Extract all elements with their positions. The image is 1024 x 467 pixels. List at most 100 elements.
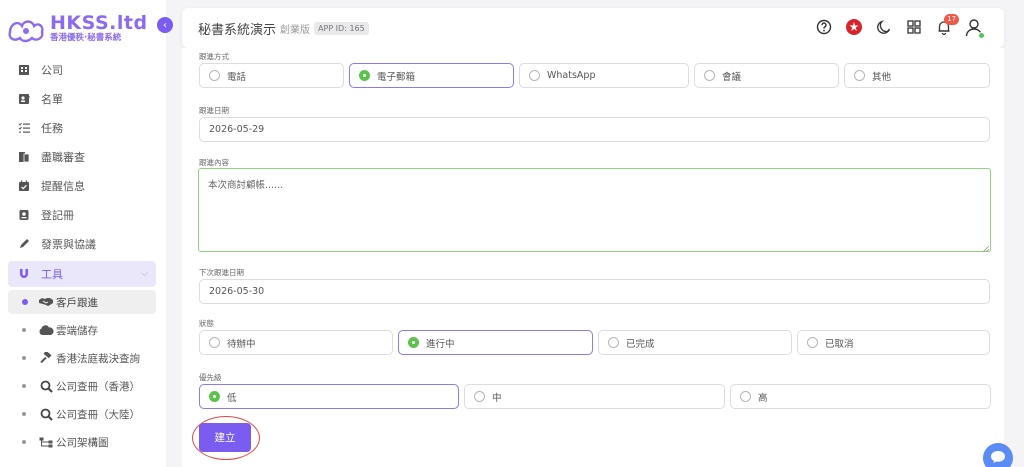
brand-tagline: 香港優秩·秘書系統: [50, 33, 122, 43]
logo-mark-icon: [6, 14, 46, 44]
grid-icon: [907, 19, 921, 37]
chat-bubble-icon: [990, 450, 1006, 467]
sidebar-subitem-org-chart[interactable]: 公司架構圖: [0, 428, 166, 456]
sidebar-subitem-cloud-storage[interactable]: 雲端儲存: [0, 316, 166, 344]
priority-label: 優先級: [199, 373, 222, 382]
sidebar-item-label: 工具: [41, 268, 63, 281]
follow-date-input[interactable]: 2026-05-29: [199, 117, 990, 142]
apps-button[interactable]: [902, 16, 926, 40]
follow-method-option-other[interactable]: 其他: [844, 63, 990, 88]
option-label: 會議: [722, 71, 742, 83]
sidebar-nav: 公司 名單 任務 盡職審查 提醒信息 登記冊 發票與協議 工具 ⌵ 客戶跟進 雲…: [0, 55, 166, 456]
sidebar-subitem-company-search-hk[interactable]: 公司查冊（香港）: [0, 372, 166, 400]
sidebar-item-label: 盡職審查: [41, 150, 85, 164]
follow-method-option-phone[interactable]: 電話: [199, 63, 344, 88]
sidebar-subitem-court-rulings[interactable]: 香港法庭裁決查詢: [0, 344, 166, 372]
option-label: 已完成: [626, 338, 655, 350]
sidebar-item-label: 登記冊: [41, 208, 74, 222]
sidebar-item-invoices[interactable]: 發票與協議: [0, 229, 166, 258]
radio-circle-checked: [359, 70, 370, 81]
chat-support-button[interactable]: [983, 443, 1013, 467]
status-option-completed[interactable]: 已完成: [598, 330, 792, 355]
highlight-annotation: [192, 416, 260, 460]
next-follow-date-input[interactable]: 2026-05-30: [199, 279, 990, 304]
sidebar-item-list[interactable]: 名單: [0, 84, 166, 113]
brand-name: HKSS.ltd: [50, 12, 148, 34]
radio-circle: [740, 391, 751, 402]
user-avatar[interactable]: [962, 16, 986, 40]
notification-badge: 17: [944, 14, 959, 25]
sidebar-subitem-company-search-mainland[interactable]: 公司查冊（大陸）: [0, 400, 166, 428]
follow-up-form: 跟進方式 電話 電子郵箱 WhatsApp 會議 其他 跟進日期 2026-05…: [182, 48, 1004, 467]
chevron-down-icon: ⌵: [141, 269, 148, 279]
cloud-icon: [38, 324, 54, 336]
resize-handle-icon[interactable]: [982, 244, 990, 253]
gavel-icon: [38, 352, 54, 364]
status-option-cancelled[interactable]: 已取消: [797, 330, 990, 355]
hk-flag-icon: [845, 18, 863, 39]
option-label: 低: [227, 392, 237, 404]
option-label: 待辦中: [227, 338, 256, 350]
org-chart-icon: [38, 436, 54, 448]
follow-method-option-whatsapp[interactable]: WhatsApp: [519, 63, 689, 88]
notifications-button[interactable]: 17: [932, 14, 959, 40]
sidebar-item-register[interactable]: 登記冊: [0, 200, 166, 229]
online-status-dot: [978, 32, 985, 39]
status-option-pending[interactable]: 待辦中: [199, 330, 393, 355]
radio-circle: [209, 70, 220, 81]
status-label: 狀態: [199, 319, 214, 328]
status-group: 待辦中 進行中 已完成 已取消: [199, 330, 990, 355]
contact-card-icon: [16, 91, 32, 107]
app-edition: 創業版: [280, 24, 311, 36]
follow-content-textarea[interactable]: 本次商討顧帳......: [198, 168, 991, 253]
documents-icon: [16, 149, 32, 165]
sidebar-subitem-label: 雲端儲存: [56, 324, 98, 337]
language-button[interactable]: [842, 16, 866, 40]
option-label: 電話: [227, 71, 247, 83]
dark-mode-toggle[interactable]: [872, 16, 896, 40]
sidebar-item-label: 公司: [41, 63, 63, 77]
radio-circle-checked: [408, 337, 419, 348]
sidebar-item-reminders[interactable]: 提醒信息: [0, 171, 166, 200]
bullet-dot: [22, 384, 26, 388]
sidebar-item-tools[interactable]: 工具 ⌵: [8, 261, 156, 287]
follow-date-label: 跟進日期: [199, 106, 229, 115]
follow-method-option-meeting[interactable]: 會議: [694, 63, 839, 88]
moon-icon: [876, 19, 892, 38]
follow-method-option-email[interactable]: 電子郵箱: [349, 63, 514, 88]
help-button[interactable]: [812, 16, 836, 40]
register-book-icon: [16, 207, 32, 223]
follow-content-text: 本次商討顧帳......: [208, 180, 284, 191]
sidebar-subitem-label: 公司查冊（大陸）: [56, 408, 140, 421]
sidebar-subitem-label: 公司查冊（香港）: [56, 380, 140, 393]
status-option-in-progress[interactable]: 進行中: [398, 330, 593, 355]
bullet-dot: [22, 328, 26, 332]
bullet-dot: [22, 356, 26, 360]
sidebar-item-tasks[interactable]: 任務: [0, 113, 166, 142]
calendar-check-icon: [16, 178, 32, 194]
sidebar-subitem-client-followup[interactable]: 客戶跟進: [8, 290, 156, 314]
sidebar-item-company[interactable]: 公司: [0, 55, 166, 84]
radio-circle: [807, 337, 818, 348]
sidebar-item-label: 任務: [41, 121, 63, 135]
sidebar-collapse-button[interactable]: ‹: [157, 17, 173, 33]
radio-circle: [854, 70, 865, 81]
brand-logo[interactable]: HKSS.ltd 香港優秩·秘書系統: [6, 12, 148, 46]
bullet-dot: [22, 440, 26, 444]
option-label: 已取消: [825, 338, 854, 350]
priority-option-medium[interactable]: 中: [464, 384, 725, 409]
radio-circle: [209, 337, 220, 348]
option-label: 高: [758, 392, 768, 404]
radio-circle: [474, 391, 485, 402]
sidebar-subitem-label: 公司架構圖: [56, 436, 109, 449]
priority-option-low[interactable]: 低: [199, 384, 459, 409]
radio-circle: [608, 337, 619, 348]
sidebar-item-due-diligence[interactable]: 盡職審查: [0, 142, 166, 171]
priority-option-high[interactable]: 高: [730, 384, 991, 409]
option-label: WhatsApp: [547, 70, 596, 81]
search-icon: [38, 408, 54, 421]
radio-circle: [704, 70, 715, 81]
building-icon: [16, 62, 32, 78]
radio-circle-checked: [209, 391, 220, 402]
priority-group: 低 中 高: [199, 384, 991, 409]
